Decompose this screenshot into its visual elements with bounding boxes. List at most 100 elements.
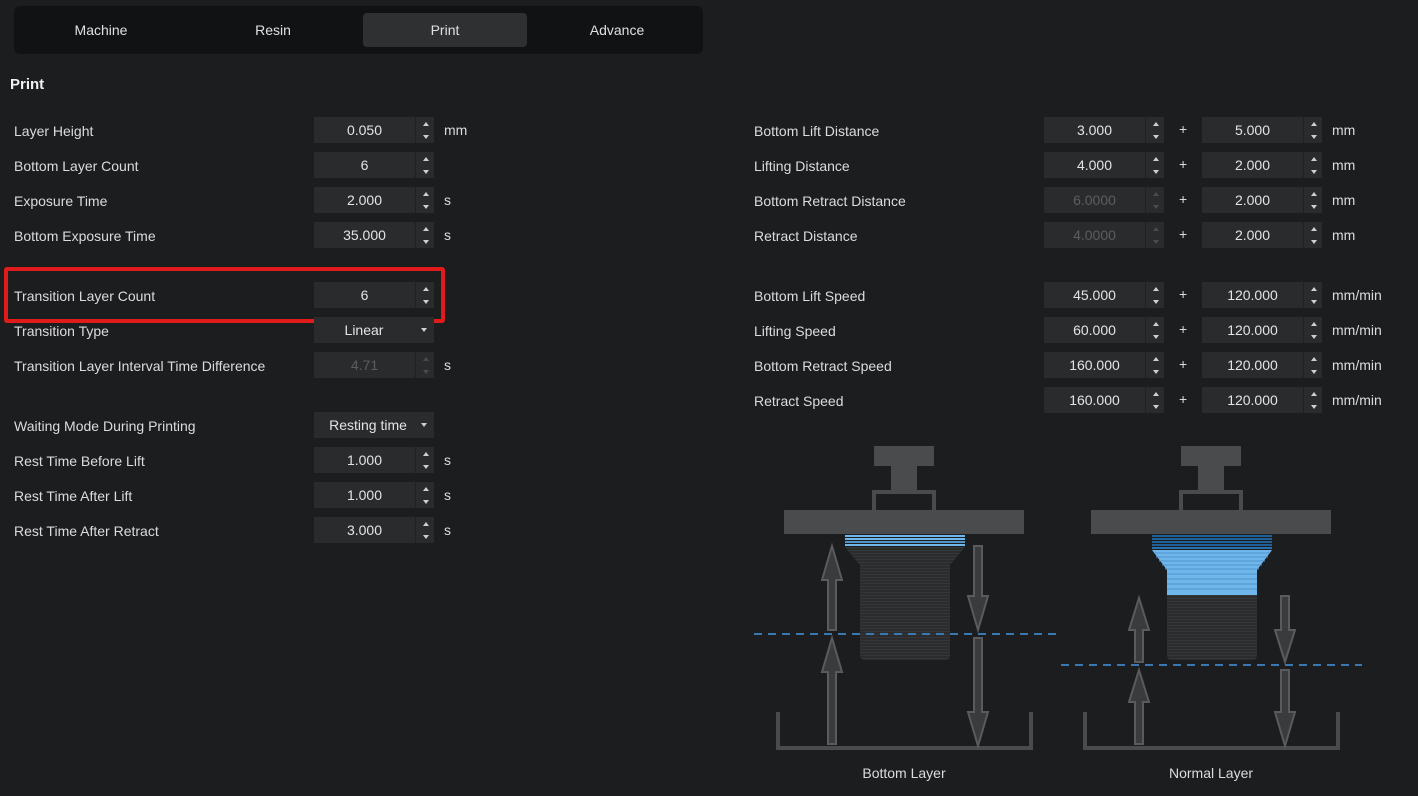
bottom-retract-speed-down-arrow-1[interactable]: [1146, 365, 1165, 378]
retract-speed-up-arrow-2[interactable]: [1304, 387, 1323, 400]
bottom-lift-distance-up-arrow-2[interactable]: [1304, 117, 1323, 130]
bottom-lift-speed-up-arrow-1[interactable]: [1146, 282, 1165, 295]
rest-after-retract-down-arrow[interactable]: [416, 530, 435, 543]
bottom-layer-count-down-arrow[interactable]: [416, 165, 435, 178]
rest-before-lift-down-arrow[interactable]: [416, 460, 435, 473]
bottom-lift-speed-spinbox-2[interactable]: 120.000: [1202, 282, 1322, 308]
lifting-distance-spinbox-1[interactable]: 4.000: [1044, 152, 1164, 178]
bottom-retract-speed-value-1[interactable]: 160.000: [1044, 352, 1145, 378]
bottom-lift-distance-spinbox-1[interactable]: 3.000: [1044, 117, 1164, 143]
bottom-retract-speed-up-arrow-2[interactable]: [1304, 352, 1323, 365]
rest-after-lift-label: Rest Time After Lift: [14, 488, 133, 504]
retract-speed-up-arrow-1[interactable]: [1146, 387, 1165, 400]
lifting-speed-down-arrow-2[interactable]: [1304, 330, 1323, 343]
lifting-speed-up-arrow-1[interactable]: [1146, 317, 1165, 330]
retract-speed-spinbox-2[interactable]: 120.000: [1202, 387, 1322, 413]
retract-distance-up-arrow-2[interactable]: [1304, 222, 1323, 235]
retract-distance-up-arrow-1: [1146, 222, 1165, 235]
tab-resin[interactable]: Resin: [191, 13, 355, 47]
rest-after-retract-spinbox[interactable]: 3.000: [314, 517, 434, 543]
layer-height-spinbox[interactable]: 0.050: [314, 117, 434, 143]
lifting-distance-value-2[interactable]: 2.000: [1202, 152, 1303, 178]
lifting-distance-spinbox-2[interactable]: 2.000: [1202, 152, 1322, 178]
retract-distance-spinbox-2[interactable]: 2.000: [1202, 222, 1322, 248]
bottom-exposure-time-value[interactable]: 35.000: [314, 222, 415, 248]
transition-layer-count-down-arrow[interactable]: [416, 295, 435, 308]
bottom-lift-speed-down-arrow-2[interactable]: [1304, 295, 1323, 308]
lifting-distance-down-arrow-1[interactable]: [1146, 165, 1165, 178]
bottom-layer-count-spinbox[interactable]: 6: [314, 152, 434, 178]
retract-speed-spinbox-1[interactable]: 160.000: [1044, 387, 1164, 413]
bottom-lift-speed-up-arrow-2[interactable]: [1304, 282, 1323, 295]
rest-after-retract-up-arrow[interactable]: [416, 517, 435, 530]
rest-after-lift-spinbox[interactable]: 1.000: [314, 482, 434, 508]
bottom-lift-speed-spinbox-1[interactable]: 45.000: [1044, 282, 1164, 308]
bottom-retract-distance-spinbox-2[interactable]: 2.000: [1202, 187, 1322, 213]
bottom-lift-speed-value-1[interactable]: 45.000: [1044, 282, 1145, 308]
waiting-mode-dropdown[interactable]: Resting time: [314, 412, 434, 438]
lifting-distance-value-1[interactable]: 4.000: [1044, 152, 1145, 178]
section-title: Print: [10, 76, 45, 93]
exposure-time-down-arrow[interactable]: [416, 200, 435, 213]
bottom-lift-distance-down-arrow-2[interactable]: [1304, 130, 1323, 143]
lifting-speed-down-arrow-1[interactable]: [1146, 330, 1165, 343]
lifting-speed-value-1[interactable]: 60.000: [1044, 317, 1145, 343]
lifting-speed-up-arrow-2[interactable]: [1304, 317, 1323, 330]
lifting-distance-up-arrow-2[interactable]: [1304, 152, 1323, 165]
bottom-retract-speed-up-arrow-1[interactable]: [1146, 352, 1165, 365]
rest-before-lift-spinbox[interactable]: 1.000: [314, 447, 434, 473]
bottom-lift-distance-value-1[interactable]: 3.000: [1044, 117, 1145, 143]
rest-after-retract-value[interactable]: 3.000: [314, 517, 415, 543]
transition-layer-count-up-arrow[interactable]: [416, 282, 435, 295]
retract-speed-value-1[interactable]: 160.000: [1044, 387, 1145, 413]
lifting-distance-down-arrow-2[interactable]: [1304, 165, 1323, 178]
bottom-layer-count-up-arrow[interactable]: [416, 152, 435, 165]
bottom-retract-speed-spinbox-2[interactable]: 120.000: [1202, 352, 1322, 378]
bottom-layer-count-value[interactable]: 6: [314, 152, 415, 178]
layer-height-down-arrow[interactable]: [416, 130, 435, 143]
rest-after-lift-down-arrow[interactable]: [416, 495, 435, 508]
rest-before-lift-value[interactable]: 1.000: [314, 447, 415, 473]
transition-type-dropdown[interactable]: Linear: [314, 317, 434, 343]
bottom-lift-speed-value-2[interactable]: 120.000: [1202, 282, 1303, 308]
rest-after-lift-value[interactable]: 1.000: [314, 482, 415, 508]
layer-height-up-arrow[interactable]: [416, 117, 435, 130]
bottom-retract-distance-value-2[interactable]: 2.000: [1202, 187, 1303, 213]
bottom-retract-speed-down-arrow-2[interactable]: [1304, 365, 1323, 378]
exposure-time-value[interactable]: 2.000: [314, 187, 415, 213]
bottom-lift-speed-down-arrow-1[interactable]: [1146, 295, 1165, 308]
bottom-lift-distance-down-arrow-1[interactable]: [1146, 130, 1165, 143]
bottom-exposure-time-spinbox[interactable]: 35.000: [314, 222, 434, 248]
bottom-retract-distance-down-arrow-2[interactable]: [1304, 200, 1323, 213]
exposure-time-up-arrow[interactable]: [416, 187, 435, 200]
retract-speed-down-arrow-1[interactable]: [1146, 400, 1165, 413]
retract-speed-down-arrow-2[interactable]: [1304, 400, 1323, 413]
bottom-retract-distance-label: Bottom Retract Distance: [754, 193, 906, 209]
retract-distance-down-arrow-2[interactable]: [1304, 235, 1323, 248]
bottom-exposure-time-up-arrow[interactable]: [416, 222, 435, 235]
lifting-distance-up-arrow-1[interactable]: [1146, 152, 1165, 165]
tab-advance[interactable]: Advance: [535, 13, 699, 47]
bottom-retract-speed-spinbox-1[interactable]: 160.000: [1044, 352, 1164, 378]
chevron-down-icon[interactable]: [414, 328, 434, 332]
bottom-retract-speed-value-2[interactable]: 120.000: [1202, 352, 1303, 378]
exposure-time-spinbox[interactable]: 2.000: [314, 187, 434, 213]
tab-machine[interactable]: Machine: [19, 13, 183, 47]
tab-print[interactable]: Print: [363, 13, 527, 47]
rest-before-lift-up-arrow[interactable]: [416, 447, 435, 460]
transition-layer-count-spinbox[interactable]: 6: [314, 282, 434, 308]
bottom-retract-distance-up-arrow-2[interactable]: [1304, 187, 1323, 200]
lifting-speed-spinbox-1[interactable]: 60.000: [1044, 317, 1164, 343]
bottom-lift-distance-spinbox-2[interactable]: 5.000: [1202, 117, 1322, 143]
bottom-exposure-time-down-arrow[interactable]: [416, 235, 435, 248]
bottom-lift-distance-value-2[interactable]: 5.000: [1202, 117, 1303, 143]
transition-layer-count-value[interactable]: 6: [314, 282, 415, 308]
lifting-speed-value-2[interactable]: 120.000: [1202, 317, 1303, 343]
lifting-speed-spinbox-2[interactable]: 120.000: [1202, 317, 1322, 343]
layer-height-value[interactable]: 0.050: [314, 117, 415, 143]
chevron-down-icon[interactable]: [414, 423, 434, 427]
retract-distance-value-2[interactable]: 2.000: [1202, 222, 1303, 248]
retract-speed-value-2[interactable]: 120.000: [1202, 387, 1303, 413]
rest-after-lift-up-arrow[interactable]: [416, 482, 435, 495]
bottom-lift-distance-up-arrow-1[interactable]: [1146, 117, 1165, 130]
